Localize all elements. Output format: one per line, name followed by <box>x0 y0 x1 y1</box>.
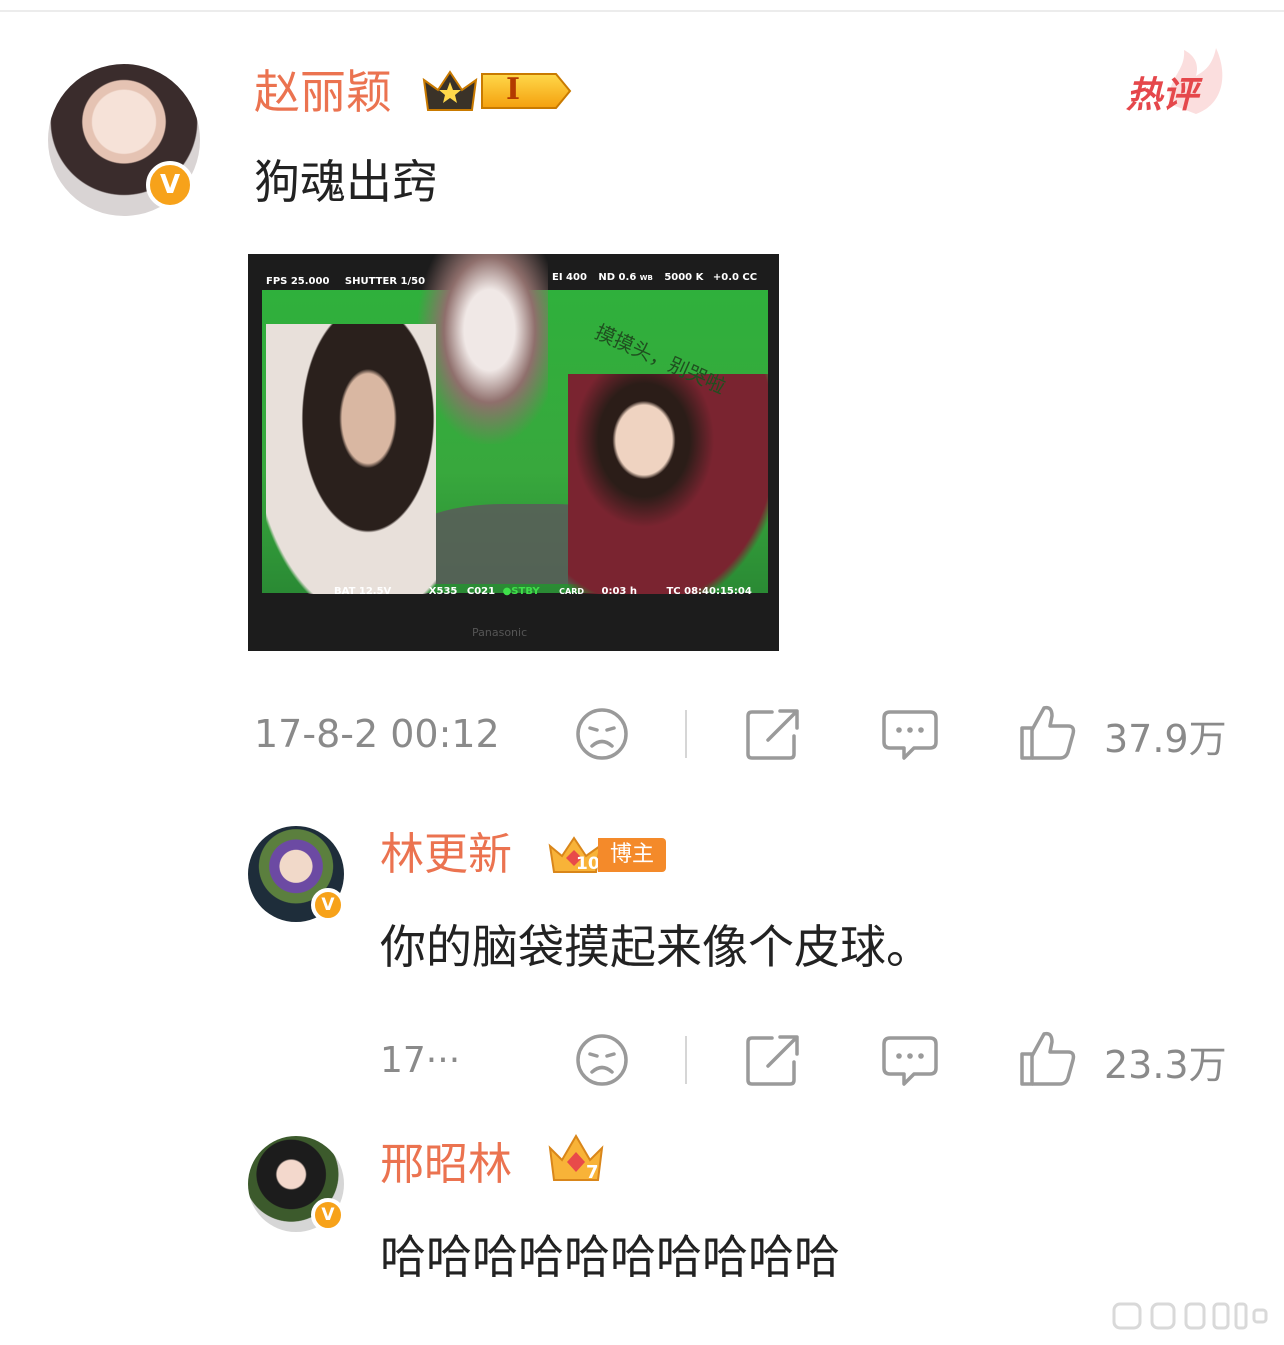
verified-v-icon: V <box>311 888 345 922</box>
author-name[interactable]: 赵丽颖 <box>254 64 392 120</box>
post-timestamp: 17-8-2 00:12 <box>254 712 500 756</box>
hud-shutter: SHUTTER 1/50 <box>344 276 426 287</box>
post-like-count: 37.9万 <box>1104 717 1227 761</box>
reply-text: 哈哈哈哈哈哈哈哈哈哈 <box>380 1230 840 1284</box>
verified-v-icon: V <box>146 161 194 209</box>
hud-card: CARD <box>559 587 585 596</box>
dog-figure <box>418 254 548 444</box>
thumbs-up-icon[interactable] <box>1018 702 1078 762</box>
top-divider <box>0 10 1284 12</box>
hud-time: 0:03 h <box>601 586 637 597</box>
watermark-mark <box>1112 1302 1270 1330</box>
hud-kelvin: 5000 K <box>664 272 704 283</box>
dislike-face-icon[interactable] <box>574 1032 630 1088</box>
hot-comment-label: 热评 <box>1126 75 1199 116</box>
reply-author-name[interactable]: 邢昭林 <box>380 1136 512 1194</box>
member-crown-level: 7 <box>586 1162 599 1183</box>
comment-icon[interactable] <box>880 1032 940 1088</box>
hud-fps: FPS 25.000 <box>266 276 330 287</box>
actor-right <box>568 374 768 594</box>
reply-like-count: 23.3万 <box>1104 1043 1227 1087</box>
actor-left <box>266 324 436 594</box>
hot-comment-tag: 热评 <box>1126 44 1230 116</box>
hud-wb: WB <box>639 274 653 282</box>
member-crown-badge[interactable]: 7 <box>546 1132 606 1188</box>
level-badge-label: I <box>506 72 521 107</box>
thumbs-up-icon[interactable] <box>1018 1028 1078 1088</box>
action-separator <box>685 1036 687 1084</box>
share-icon[interactable] <box>744 1032 802 1088</box>
member-level-badge[interactable]: I <box>420 66 572 116</box>
post-text: 狗魂出窍 <box>254 155 438 209</box>
verified-v-icon: V <box>311 1198 345 1232</box>
hud-nd: ND 0.6 <box>598 272 637 283</box>
hud-tc: TC 08:40:15:04 <box>666 586 752 597</box>
post-image[interactable]: 摸摸头，别哭啦 FPS 25.000 SHUTTER 1/50 EI 400 N… <box>248 254 779 651</box>
monitor-brand: Panasonic <box>472 626 528 639</box>
reply-author-name[interactable]: 林更新 <box>380 826 512 884</box>
share-icon[interactable] <box>744 706 802 762</box>
reply-timestamp: 17··· <box>380 1040 461 1081</box>
hud-cc: +0.0 CC <box>712 272 758 283</box>
hud-clip: C021 <box>466 586 496 597</box>
blogger-badge-label: 博主 <box>598 838 666 872</box>
comment-icon[interactable] <box>880 706 940 762</box>
reply-text: 你的脑袋摸起来像个皮球。 <box>380 920 932 974</box>
blogger-badge[interactable]: 10 博主 <box>546 832 668 878</box>
action-separator <box>685 710 687 758</box>
blogger-badge-level: 10 <box>576 854 600 874</box>
hud-x: X535 <box>428 586 458 597</box>
hud-stby: ●STBY <box>502 586 540 597</box>
hud-ei: EI 400 <box>552 272 587 283</box>
hud-bat: BAT 12.5V <box>334 586 392 597</box>
crown-icon <box>422 70 572 111</box>
dislike-face-icon[interactable] <box>574 706 630 762</box>
